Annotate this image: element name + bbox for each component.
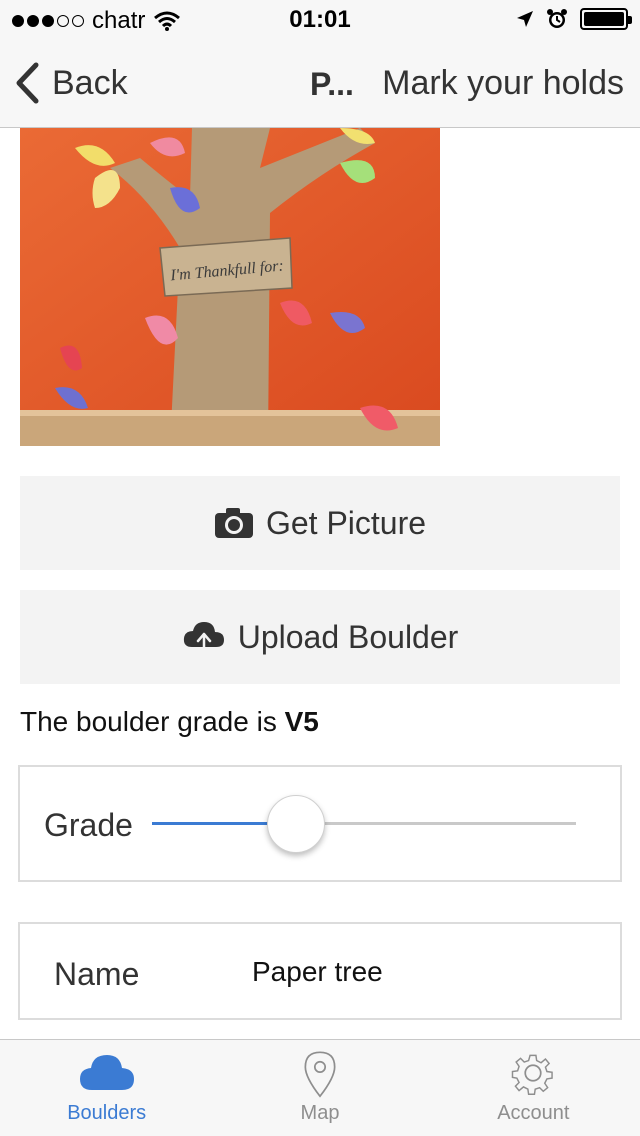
status-right: [516, 8, 632, 30]
grade-slider-thumb[interactable]: [267, 795, 326, 853]
upload-boulder-label: Upload Boulder: [237, 618, 459, 655]
chevron-left-icon: [16, 62, 39, 104]
name-field-card: Name: [18, 922, 622, 1020]
get-picture-button[interactable]: Get Picture: [20, 476, 620, 570]
grade-summary-prefix: The boulder grade is: [20, 706, 277, 737]
cloud-icon: [79, 1055, 134, 1090]
back-button-label: Back: [52, 63, 128, 102]
tab-boulders-label: Boulders: [67, 1102, 147, 1124]
tab-account-label: Account: [497, 1102, 570, 1124]
back-button[interactable]: Back: [14, 62, 128, 104]
camera-icon: [214, 508, 253, 538]
tab-bar: Boulders Map Account: [0, 1039, 640, 1136]
alarm-clock-icon: [547, 9, 567, 28]
gear-icon: [512, 1054, 554, 1095]
status-bar: chatr 01:01: [0, 0, 640, 40]
navigation-bar: Back P... Mark your holds: [0, 40, 640, 128]
get-picture-label: Get Picture: [265, 504, 427, 541]
boulder-photo: I'm Thankfull for:: [20, 128, 440, 446]
grade-summary-value: V5: [284, 706, 319, 737]
page-title: P...: [310, 66, 354, 102]
battery-icon: [580, 8, 632, 30]
map-pin-icon: [304, 1051, 336, 1098]
name-input[interactable]: [252, 956, 592, 988]
mark-holds-button[interactable]: Mark your holds: [382, 64, 624, 103]
grade-summary: The boulder grade is V5: [20, 706, 319, 738]
grade-slider-track[interactable]: [152, 822, 576, 825]
name-label: Name: [54, 956, 140, 992]
tab-map-label: Map: [300, 1102, 340, 1124]
location-arrow-icon: [517, 11, 533, 27]
tab-account[interactable]: Account: [427, 1040, 640, 1136]
cloud-upload-icon: [183, 622, 224, 655]
tab-map[interactable]: Map: [213, 1040, 426, 1136]
upload-boulder-button[interactable]: Upload Boulder: [20, 590, 620, 684]
grade-label: Grade: [44, 807, 133, 843]
grade-slider-card: Grade: [18, 765, 622, 882]
tab-boulders[interactable]: Boulders: [0, 1040, 213, 1136]
